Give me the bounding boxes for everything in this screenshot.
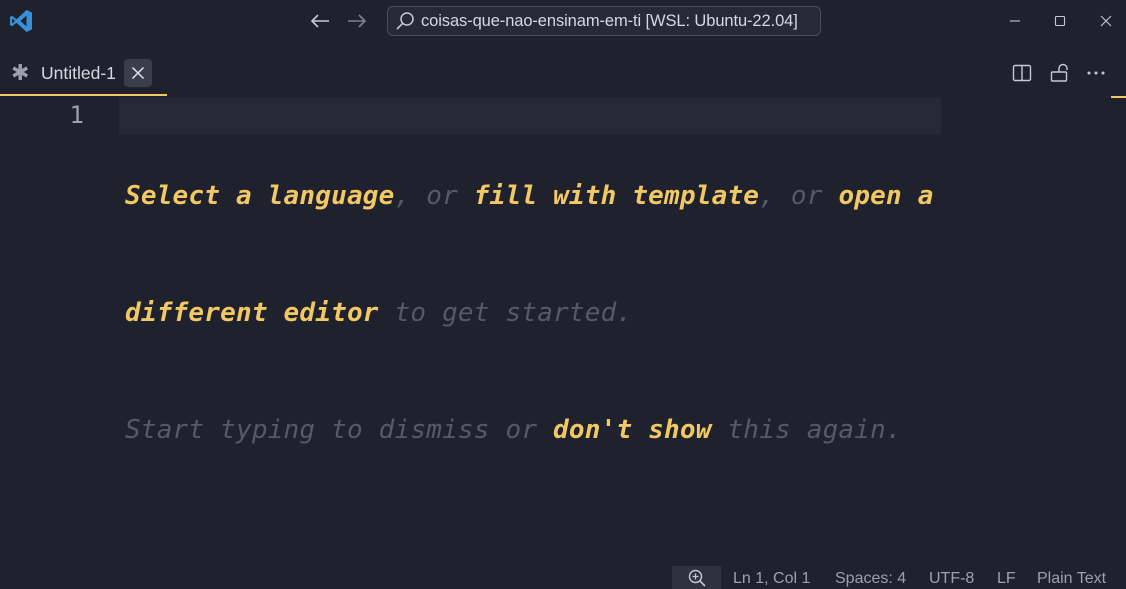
- maximize-icon[interactable]: [1044, 6, 1076, 36]
- editor-tab-bar: ✱ Untitled-1: [0, 52, 1126, 98]
- split-editor-icon[interactable]: [1009, 60, 1035, 86]
- encoding-selector[interactable]: UTF-8: [929, 570, 974, 588]
- hint-separator: , or: [394, 181, 474, 211]
- minimize-icon[interactable]: [999, 6, 1031, 36]
- select-language-link[interactable]: Select a language: [125, 181, 395, 211]
- unsaved-asterisk-icon: ✱: [11, 60, 30, 85]
- more-actions-icon[interactable]: [1083, 60, 1109, 86]
- empty-editor-hint: Select a language, or fill with template…: [125, 99, 985, 528]
- hint-start-typing: Start typing to dismiss or: [125, 415, 554, 445]
- dont-show-link[interactable]: don't show: [553, 415, 712, 445]
- hint-line-2: different editor to get started.: [125, 294, 985, 333]
- status-bar: Ln 1, Col 1 Spaces: 4 UTF-8 LF Plain Tex…: [0, 566, 1126, 589]
- open-editor-link-part1[interactable]: open a: [838, 181, 933, 211]
- hint-get-started: to get started.: [378, 298, 633, 328]
- tab-label: Untitled-1: [41, 62, 116, 83]
- title-bar: coisas-que-nao-ensinam-em-ti [WSL: Ubunt…: [0, 0, 1126, 42]
- vscode-logo-icon: [8, 8, 34, 34]
- command-center-search[interactable]: coisas-que-nao-ensinam-em-ti [WSL: Ubunt…: [387, 6, 821, 36]
- tab-untitled-1[interactable]: ✱ Untitled-1: [0, 52, 167, 96]
- zoom-in-icon[interactable]: [672, 566, 721, 589]
- arrow-right-icon[interactable]: [345, 9, 369, 33]
- language-mode-selector[interactable]: Plain Text: [1037, 570, 1106, 588]
- fill-template-link[interactable]: fill with template: [474, 181, 759, 211]
- open-editor-link-part2[interactable]: different editor: [125, 298, 379, 328]
- eol-selector[interactable]: LF: [997, 570, 1016, 588]
- command-center-label: coisas-que-nao-ensinam-em-ti [WSL: Ubunt…: [421, 11, 798, 30]
- hint-separator: , or: [759, 181, 839, 211]
- line-number: 1: [69, 101, 84, 129]
- search-icon: [394, 10, 416, 32]
- hint-line-3: Start typing to dismiss or don't show th…: [125, 411, 985, 450]
- arrow-left-icon[interactable]: [308, 9, 332, 33]
- hint-line-1: Select a language, or fill with template…: [125, 177, 985, 216]
- tab-close-button[interactable]: [123, 59, 152, 87]
- cursor-position[interactable]: Ln 1, Col 1: [733, 570, 810, 588]
- close-icon[interactable]: [1090, 6, 1122, 36]
- hint-this-again: this again.: [711, 415, 902, 445]
- editor-area[interactable]: 1 Select a language, or fill with templa…: [0, 96, 1126, 566]
- lock-icon[interactable]: [1046, 60, 1072, 86]
- indentation-setting[interactable]: Spaces: 4: [835, 570, 906, 588]
